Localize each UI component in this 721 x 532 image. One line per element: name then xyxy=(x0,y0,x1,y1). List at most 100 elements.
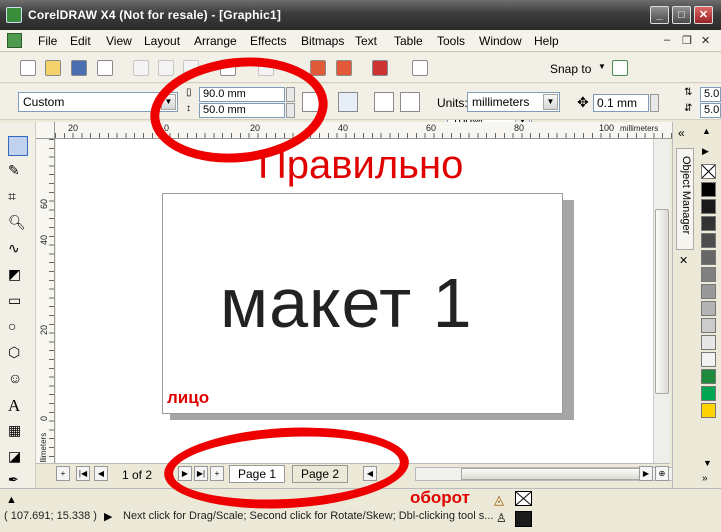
palette-flyout-expand-icon[interactable]: » xyxy=(702,473,708,484)
duplicate-y-icon: ⇵ xyxy=(684,103,693,114)
palette-flyout-icon[interactable]: ▶ xyxy=(702,146,709,157)
menu-layout[interactable]: Layout xyxy=(144,34,180,48)
menu-bitmaps[interactable]: Bitmaps xyxy=(301,34,344,48)
units-select[interactable]: millimeters ▼ xyxy=(467,92,560,112)
palette-swatch[interactable] xyxy=(701,352,716,367)
layout-text[interactable]: макет 1 xyxy=(220,263,473,343)
shape-tool-icon[interactable]: ✎ xyxy=(8,162,28,182)
doc-close-button[interactable]: ✕ xyxy=(701,34,710,47)
freehand-tool-icon[interactable]: ∿ xyxy=(8,240,28,260)
text-tool-icon[interactable]: A xyxy=(8,396,28,416)
doc-minimize-button[interactable]: – xyxy=(664,34,670,46)
navigator-zoom-icon[interactable]: ⊕ xyxy=(655,466,669,481)
docker-close-button[interactable]: ✕ xyxy=(679,254,688,267)
basic-shapes-icon[interactable]: ☺ xyxy=(8,370,28,390)
palette-swatch[interactable] xyxy=(701,369,716,384)
document-icon[interactable] xyxy=(7,33,22,48)
welcome-screen-icon[interactable] xyxy=(412,60,428,76)
menu-effects[interactable]: Effects xyxy=(250,34,286,48)
menu-table[interactable]: Table xyxy=(394,34,423,48)
duplicate-y-field[interactable]: 5.0 xyxy=(700,103,721,118)
menu-file[interactable]: File xyxy=(38,34,57,48)
previous-page-icon[interactable]: ◀ xyxy=(94,466,108,481)
doc-restore-button[interactable]: ❐ xyxy=(682,34,692,47)
crop-tool-icon[interactable]: ⌗ xyxy=(8,188,28,208)
polygon-tool-icon[interactable]: ⬡ xyxy=(8,344,28,364)
close-button[interactable]: ✕ xyxy=(694,6,713,24)
outline-color-swatch[interactable] xyxy=(515,511,532,527)
palette-swatch[interactable] xyxy=(701,250,716,265)
ruler-origin[interactable] xyxy=(36,122,55,139)
interactive-blend-icon[interactable]: ◪ xyxy=(8,448,28,468)
duplicate-x-field[interactable]: 5.0 xyxy=(700,87,721,102)
export-icon[interactable] xyxy=(336,60,352,76)
zoom-tool-icon[interactable]: 🔍︎ xyxy=(8,214,28,234)
annotation-back: оборот xyxy=(410,488,470,507)
maximize-button[interactable]: □ xyxy=(672,6,691,24)
ruler-tick-label: 40 xyxy=(338,123,349,133)
palette-swatch[interactable] xyxy=(701,267,716,282)
menu-tools[interactable]: Tools xyxy=(437,34,465,48)
snap-to-button[interactable]: Snap to xyxy=(550,62,591,76)
menu-edit[interactable]: Edit xyxy=(70,34,91,48)
palette-swatch[interactable] xyxy=(701,182,716,197)
palette-swatch[interactable] xyxy=(701,301,716,316)
all-pages-icon[interactable] xyxy=(374,92,394,112)
ruler-ticks xyxy=(55,133,672,138)
open-icon[interactable] xyxy=(45,60,61,76)
ellipse-tool-icon[interactable]: ○ xyxy=(8,318,28,338)
nudge-distance-field[interactable]: 0.1 mm xyxy=(593,94,649,112)
options-icon[interactable] xyxy=(612,60,628,76)
fill-color-swatch[interactable] xyxy=(515,491,532,506)
ruler-tick-label: 60 xyxy=(426,123,437,133)
copy-icon[interactable] xyxy=(158,60,174,76)
horizontal-scroll-thumb[interactable] xyxy=(461,468,651,480)
scroll-right-icon[interactable]: ▶ xyxy=(639,466,653,481)
print-icon[interactable] xyxy=(97,60,113,76)
landscape-icon[interactable] xyxy=(338,92,358,112)
vertical-ruler[interactable]: 60 40 20 0 millimeters xyxy=(36,139,55,471)
palette-swatch[interactable] xyxy=(701,199,716,214)
palette-swatch[interactable] xyxy=(701,233,716,248)
palette-swatch[interactable] xyxy=(701,386,716,401)
pick-tool-icon[interactable] xyxy=(8,136,28,156)
current-page-icon[interactable] xyxy=(400,92,420,112)
chevron-down-icon[interactable]: ▼ xyxy=(598,62,606,71)
new-icon[interactable] xyxy=(20,60,36,76)
status-hint: Next click for Drag/Scale; Second click … xyxy=(123,510,494,522)
menu-arrange[interactable]: Arrange xyxy=(194,34,237,48)
no-color-swatch[interactable] xyxy=(701,164,716,179)
ruler-tick-label: 0 xyxy=(39,415,49,421)
status-expand-icon[interactable]: ▲ xyxy=(6,494,17,506)
palette-scroll-down-icon[interactable]: ▼ xyxy=(703,458,712,468)
minimize-button[interactable]: _ xyxy=(650,6,669,24)
import-icon[interactable] xyxy=(310,60,326,76)
save-icon[interactable] xyxy=(71,60,87,76)
first-page-icon[interactable]: |◀ xyxy=(76,466,90,481)
add-page-icon[interactable]: + xyxy=(56,466,70,481)
horizontal-ruler[interactable]: 20 0 20 40 60 80 100 millimeters xyxy=(55,122,672,139)
palette-scroll-up-icon[interactable]: ▲ xyxy=(702,126,711,136)
menu-help[interactable]: Help xyxy=(534,34,559,48)
menu-view[interactable]: View xyxy=(106,34,132,48)
application-launcher-icon[interactable] xyxy=(372,60,388,76)
vertical-scrollbar[interactable] xyxy=(653,139,670,463)
palette-swatch[interactable] xyxy=(701,284,716,299)
outline-pen-icon: ♙ xyxy=(496,511,507,525)
palette-swatch[interactable] xyxy=(701,335,716,350)
rectangle-tool-icon[interactable]: ▭ xyxy=(8,292,28,312)
palette-swatch[interactable] xyxy=(701,318,716,333)
smart-fill-icon[interactable]: ◩ xyxy=(8,266,28,286)
palette-swatch[interactable] xyxy=(701,403,716,418)
nudge-spinner[interactable] xyxy=(650,94,659,112)
palette-swatch[interactable] xyxy=(701,216,716,231)
docker-collapse-icon[interactable]: « xyxy=(678,126,685,140)
vertical-scroll-thumb[interactable] xyxy=(655,209,669,394)
table-tool-icon[interactable]: ▦ xyxy=(8,422,28,442)
menu-text[interactable]: Text xyxy=(355,34,377,48)
menu-window[interactable]: Window xyxy=(479,34,522,48)
ruler-tick-label: 60 xyxy=(39,198,49,209)
cut-icon[interactable] xyxy=(133,60,149,76)
coreldraw-app-icon xyxy=(6,7,22,23)
ruler-tick-label: 100 xyxy=(599,123,615,133)
